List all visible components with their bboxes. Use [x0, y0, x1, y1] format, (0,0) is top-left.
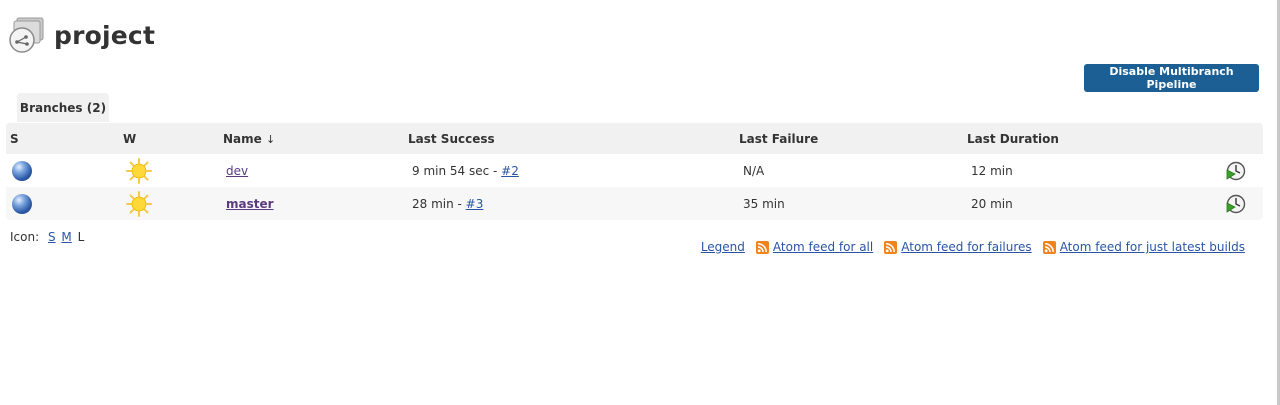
multibranch-project-icon [6, 14, 48, 56]
column-header-actions [1229, 123, 1263, 154]
disable-multibranch-pipeline-button[interactable]: Disable Multibranch Pipeline [1084, 64, 1259, 92]
table-row: master 28 min - #3 35 min 20 min [6, 187, 1263, 220]
atom-feed-failures-link[interactable]: Atom feed for failures [901, 240, 1031, 254]
atom-feed-all-link[interactable]: Atom feed for all [773, 240, 873, 254]
page-title: project [54, 20, 156, 50]
last-duration-value: 12 min [971, 163, 1013, 178]
column-header-status[interactable]: S [6, 123, 118, 154]
column-header-weather[interactable]: W [118, 123, 219, 154]
build-link[interactable]: #2 [501, 164, 519, 178]
page-header: project [6, 14, 155, 56]
column-header-last-success[interactable]: Last Success [408, 123, 739, 154]
last-duration-value: 20 min [971, 196, 1013, 211]
icon-size-small-link[interactable]: S [48, 230, 56, 244]
rss-feed-icon [884, 240, 898, 254]
icon-size-medium-link[interactable]: M [61, 230, 71, 244]
icon-size-selector: Icon: S M L [10, 230, 84, 244]
branches-table: S W Name ↓ Last Success Last Failure Las… [6, 123, 1263, 220]
tab-branches[interactable]: Branches (2) [17, 93, 109, 122]
legend-link[interactable]: Legend [701, 240, 745, 254]
last-success-text: 28 min - [412, 196, 466, 211]
icon-size-large-current: L [77, 230, 85, 244]
table-row: dev 9 min 54 sec - #2 N/A 12 min [6, 154, 1263, 187]
column-header-name[interactable]: Name ↓ [219, 123, 408, 154]
rss-feed-icon [755, 240, 769, 254]
column-header-last-failure[interactable]: Last Failure [739, 123, 967, 154]
schedule-build-icon[interactable] [1225, 193, 1247, 215]
branch-link-master[interactable]: master [226, 197, 274, 211]
footer-links: Legend Atom feed for all Atom feed for f… [690, 240, 1245, 254]
atom-feed-latest-builds-link[interactable]: Atom feed for just latest builds [1060, 240, 1245, 254]
rss-feed-icon [1042, 240, 1056, 254]
branch-link-dev[interactable]: dev [226, 164, 248, 178]
column-header-last-duration[interactable]: Last Duration [967, 123, 1229, 154]
build-link[interactable]: #3 [466, 197, 484, 211]
icon-size-label: Icon: [10, 230, 40, 244]
sunny-icon [126, 190, 152, 217]
last-failure-value: N/A [743, 163, 765, 178]
blue-ball-icon [12, 160, 32, 181]
schedule-build-icon[interactable] [1225, 160, 1247, 182]
sunny-icon [126, 157, 152, 184]
column-header-name-label: Name [223, 131, 262, 146]
last-failure-value: 35 min [743, 196, 785, 211]
blue-ball-icon [12, 193, 32, 214]
table-header-row: S W Name ↓ Last Success Last Failure Las… [6, 123, 1263, 154]
last-success-text: 9 min 54 sec - [412, 163, 502, 178]
sort-arrow-icon: ↓ [265, 132, 276, 146]
